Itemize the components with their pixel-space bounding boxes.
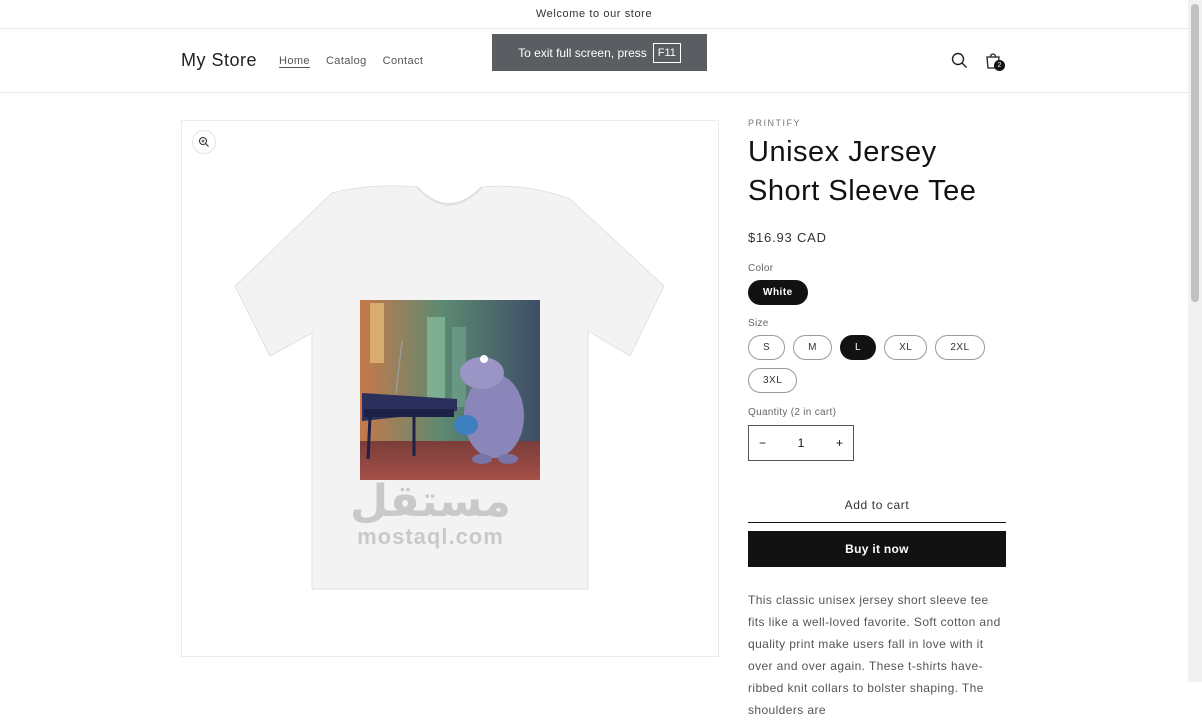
size-option-s[interactable]: S: [748, 335, 786, 361]
product-description: This classic unisex jersey short sleeve …: [748, 593, 1001, 718]
quantity-increment-button[interactable]: +: [836, 436, 843, 450]
watermark-latin: mostaql.com: [357, 524, 504, 549]
add-to-cart-button[interactable]: Add to cart: [748, 487, 1006, 524]
size-option-xl[interactable]: XL: [884, 335, 928, 361]
cart-count-badge: 2: [994, 60, 1005, 71]
color-label: Color: [748, 263, 774, 275]
watermark-arabic: مستقل: [350, 476, 511, 527]
size-option-l[interactable]: L: [840, 335, 877, 361]
size-options: S M L XL 2XL 3XL: [748, 335, 1006, 394]
product-title: Unisex Jersey Short Sleeve Tee: [748, 136, 977, 207]
product-info: PRINTIFY Unisex Jersey Short Sleeve Tee …: [748, 118, 1006, 721]
announcement-bar: Welcome to our store: [0, 0, 1188, 29]
nav-home[interactable]: Home: [279, 55, 310, 67]
size-option-m[interactable]: M: [793, 335, 833, 361]
size-label: Size: [748, 318, 769, 330]
main-nav: Home Catalog Contact: [279, 55, 423, 67]
zoom-icon[interactable]: [192, 130, 216, 154]
fullscreen-notice-text: To exit full screen, press: [518, 45, 647, 60]
store-logo[interactable]: My Store: [181, 50, 257, 71]
color-options: White: [748, 280, 1006, 306]
tee-artwork: [360, 300, 540, 480]
size-option-2xl[interactable]: 2XL: [935, 335, 985, 361]
search-icon[interactable]: [950, 51, 970, 71]
page-scrollbar[interactable]: [1188, 0, 1202, 682]
color-option-white[interactable]: White: [748, 280, 808, 306]
nav-catalog[interactable]: Catalog: [326, 55, 367, 67]
cart-icon[interactable]: 2: [984, 51, 1005, 71]
quantity-stepper: − 1 +: [748, 425, 854, 462]
product-vendor: PRINTIFY: [748, 118, 802, 128]
quantity-decrement-button[interactable]: −: [759, 436, 766, 450]
announcement-text: Welcome to our store: [535, 8, 653, 20]
watermark: مستقل mostaql.com: [350, 480, 511, 548]
product-price: $16.93 CAD: [748, 230, 827, 246]
product-image: [234, 185, 665, 590]
quantity-input[interactable]: 1: [798, 436, 805, 450]
fullscreen-key: F11: [652, 42, 681, 63]
buy-now-button[interactable]: Buy it now: [748, 531, 1006, 568]
size-option-3xl[interactable]: 3XL: [748, 368, 798, 394]
fullscreen-notice: To exit full screen, press F11: [492, 34, 707, 71]
nav-contact[interactable]: Contact: [383, 55, 424, 67]
product-media[interactable]: [181, 120, 719, 657]
quantity-label: Quantity (2 in cart): [748, 407, 837, 419]
scrollbar-thumb[interactable]: [1191, 4, 1199, 302]
